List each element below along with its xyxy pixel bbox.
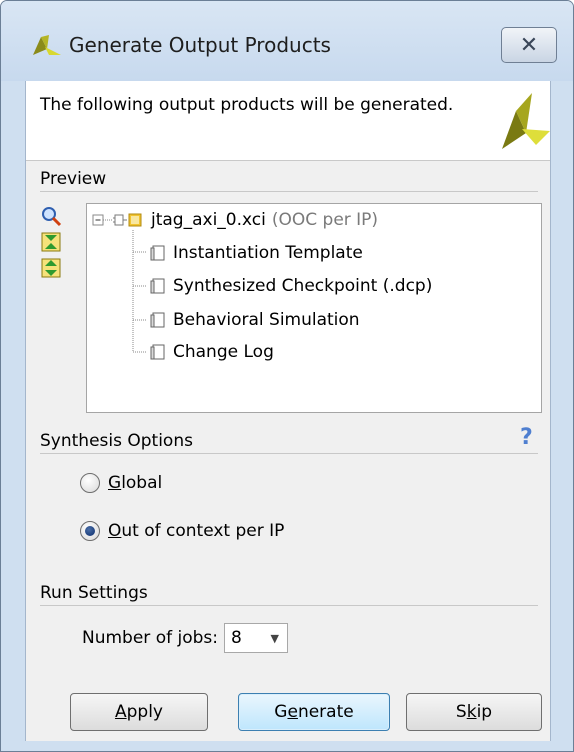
jobs-value: 8 [231, 628, 242, 648]
preview-tree[interactable]: jtag_axi_0.xci (OOC per IP) Instantiatio… [86, 203, 542, 413]
header-message: The following output products will be ge… [40, 95, 454, 115]
radio-global[interactable]: Global [80, 473, 162, 493]
close-button[interactable]: ✕ [501, 27, 557, 63]
dialog-window: Generate Output Products ✕ The following… [0, 0, 574, 752]
run-settings-divider [40, 605, 538, 606]
tree-item-label: Synthesized Checkpoint (.dcp) [173, 276, 433, 296]
radio-out-of-context-indicator[interactable] [80, 521, 100, 541]
tree-root-suffix: (OOC per IP) [271, 210, 379, 230]
tree-item[interactable]: Instantiation Template [149, 240, 363, 266]
document-icon [150, 278, 165, 294]
radio-out-of-context[interactable]: Out of context per IP [80, 521, 284, 541]
tree-item[interactable]: Change Log [149, 339, 274, 365]
jobs-select[interactable]: 8 ▼ [224, 623, 288, 653]
radio-global-indicator[interactable] [80, 473, 100, 493]
window-title: Generate Output Products [69, 33, 331, 57]
skip-button[interactable]: Skip [406, 693, 542, 731]
dialog-content: The following output products will be ge… [25, 81, 551, 741]
document-icon [150, 312, 165, 328]
jobs-setting: Number of jobs: 8 ▼ [82, 623, 288, 653]
close-icon: ✕ [519, 32, 539, 58]
tree-item-label: Change Log [173, 342, 274, 362]
apply-button[interactable]: Apply [70, 693, 208, 731]
tree-item-label: Instantiation Template [173, 243, 363, 263]
vivado-logo-icon [33, 35, 61, 55]
tree-root-row[interactable]: jtag_axi_0.xci (OOC per IP) [113, 207, 378, 233]
vivado-header-logo-icon [502, 93, 550, 149]
jobs-label: Number of jobs: [82, 628, 218, 648]
synthesis-divider [40, 453, 538, 454]
run-settings-section-title: Run Settings [40, 583, 148, 603]
document-icon [150, 344, 165, 360]
document-icon [150, 245, 165, 261]
tree-item-label: Behavioral Simulation [173, 310, 360, 330]
radio-out-of-context-label: Out of context per IP [108, 521, 285, 541]
preview-divider [40, 191, 538, 192]
radio-global-label: Global [108, 473, 163, 493]
search-icon[interactable] [40, 205, 62, 227]
help-icon[interactable]: ? [520, 425, 533, 450]
chevron-down-icon: ▼ [270, 631, 279, 645]
tree-item[interactable]: Synthesized Checkpoint (.dcp) [149, 273, 432, 299]
tree-item[interactable]: Behavioral Simulation [149, 307, 360, 333]
title-bar[interactable]: Generate Output Products ✕ [1, 1, 573, 81]
synthesis-section-title: Synthesis Options [40, 431, 193, 451]
dialog-header: The following output products will be ge… [26, 81, 550, 161]
generate-button[interactable]: Generate [238, 693, 390, 731]
preview-section-title: Preview [40, 169, 107, 189]
tree-root-label: jtag_axi_0.xci [151, 210, 266, 230]
expand-all-icon[interactable] [40, 257, 62, 279]
ip-core-icon [113, 213, 142, 227]
collapse-all-icon[interactable] [40, 231, 62, 253]
